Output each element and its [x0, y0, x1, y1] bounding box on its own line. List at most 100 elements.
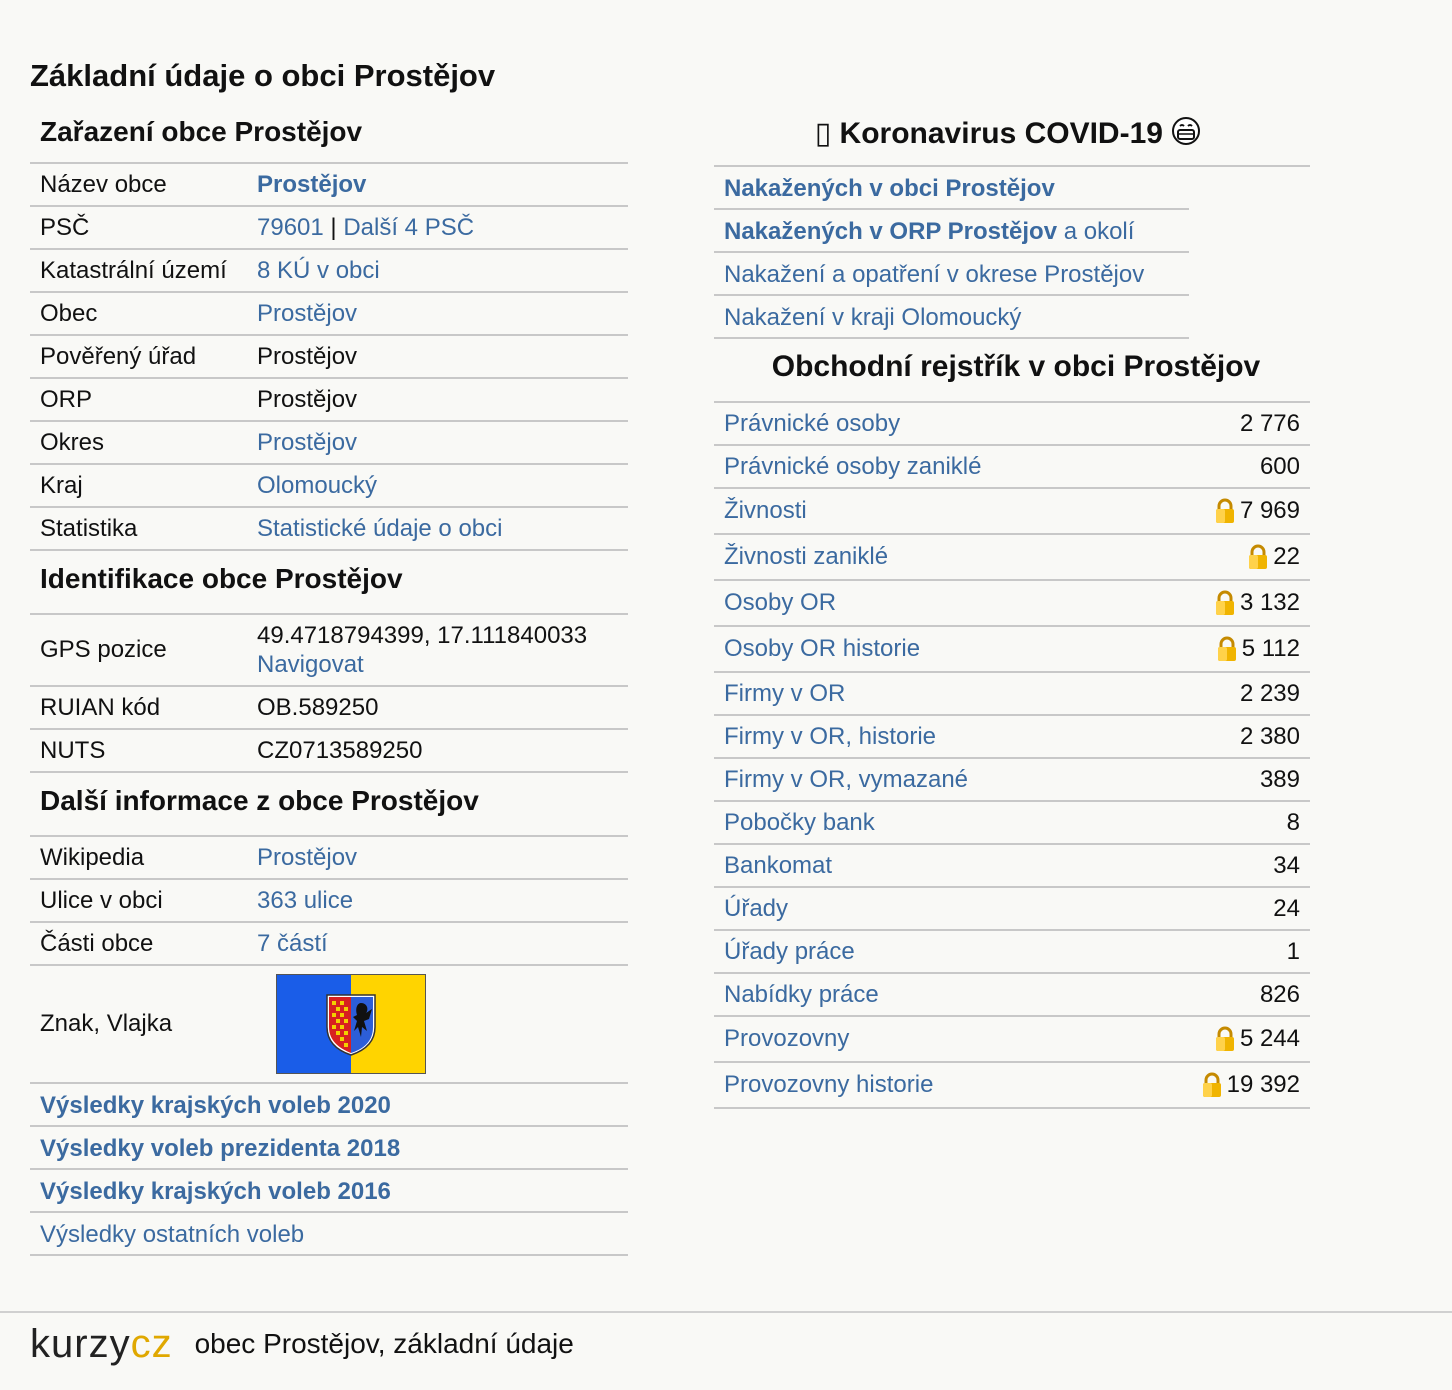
- identification-heading: Identifikace obce Prostějov: [30, 551, 628, 615]
- register-row: Právnické osoby 2 776: [714, 403, 1310, 446]
- register-row-link[interactable]: Živnosti: [724, 497, 807, 525]
- register-row-link[interactable]: Pobočky bank: [724, 809, 875, 837]
- register-row-link[interactable]: Firmy v OR: [724, 680, 845, 708]
- covid-heading-text: Koronavirus COVID-19: [839, 117, 1163, 150]
- mask-face-icon: [1171, 115, 1201, 159]
- register-row: Firmy v OR, vymazané 389: [714, 759, 1310, 802]
- register-row-value: 5 244: [1214, 1025, 1300, 1053]
- register-count: 1: [1286, 937, 1300, 965]
- info-row-flag: Znak, Vlajka: [30, 966, 628, 1084]
- register-row-value: 7 969: [1214, 497, 1300, 525]
- povereny-urad-value: Prostějov: [257, 342, 358, 370]
- ulice-link[interactable]: 363 ulice: [257, 887, 628, 915]
- info-row-ulice: Ulice v obci 363 ulice: [30, 880, 628, 923]
- election-link-prezident-2018[interactable]: Výsledky voleb prezidenta 2018: [30, 1127, 628, 1170]
- obec-name-link[interactable]: Prostějov: [257, 171, 628, 199]
- lock-icon[interactable]: [1216, 636, 1238, 662]
- election-link-ostatni[interactable]: Výsledky ostatních voleb: [30, 1213, 628, 1256]
- lock-icon[interactable]: [1247, 544, 1269, 570]
- covid-link-kraj[interactable]: Nakažení v kraji Olomoucký: [714, 296, 1189, 339]
- psc-value: 79601 | Další 4 PSČ: [257, 214, 628, 242]
- register-row-value: 826: [1260, 981, 1300, 1009]
- ku-link[interactable]: 8 KÚ v obci: [257, 257, 628, 285]
- info-row-psc: PSČ 79601 | Další 4 PSČ: [30, 207, 628, 250]
- register-row-link[interactable]: Bankomat: [724, 852, 832, 880]
- election-link-krajske-2016[interactable]: Výsledky krajských voleb 2016: [30, 1170, 628, 1213]
- register-row-value: 5 112: [1216, 635, 1300, 663]
- left-column: Zařazení obce Prostějov Název obce Prost…: [30, 112, 628, 1256]
- lock-icon[interactable]: [1214, 590, 1236, 616]
- register-row: Živnosti 7 969: [714, 489, 1310, 535]
- lock-icon[interactable]: [1201, 1072, 1223, 1098]
- register-row-link[interactable]: Právnické osoby: [724, 410, 900, 438]
- register-row: Živnosti zaniklé 22: [714, 535, 1310, 581]
- page-title: Základní údaje o obci Prostějov: [30, 58, 496, 93]
- covid-link-okres[interactable]: Nakažení a opatření v okrese Prostějov: [714, 253, 1189, 296]
- info-row-casti: Části obce 7 částí: [30, 923, 628, 966]
- statistika-link[interactable]: Statistické údaje o obci: [257, 515, 628, 543]
- row-label: Kraj: [40, 471, 83, 499]
- navigate-link[interactable]: Navigovat: [257, 651, 364, 678]
- register-row-link[interactable]: Osoby OR historie: [724, 635, 920, 663]
- register-row-link[interactable]: Právnické osoby zaniklé: [724, 453, 981, 481]
- more-info-heading: Další informace z obce Prostějov: [30, 773, 628, 837]
- register-count: 5 112: [1241, 635, 1300, 662]
- register-row-link[interactable]: Osoby OR: [724, 589, 836, 617]
- register-row-link[interactable]: Úřady práce: [724, 938, 855, 966]
- register-row: Úřady 24: [714, 888, 1310, 931]
- row-label: RUIAN kód: [40, 693, 161, 721]
- flag-image[interactable]: [276, 974, 426, 1074]
- info-row-okres: Okres Prostějov: [30, 422, 628, 465]
- covid-heading: ▯ Koronavirus COVID-19: [714, 112, 1310, 167]
- more-psc-link[interactable]: Další 4 PSČ: [343, 214, 474, 241]
- register-row-value: 600: [1260, 453, 1300, 481]
- covid-link-orp[interactable]: Nakažených v ORP Prostějov a okolí: [714, 210, 1189, 253]
- register-count: 34: [1273, 851, 1300, 879]
- okres-link[interactable]: Prostějov: [257, 429, 628, 457]
- psc-link[interactable]: 79601: [257, 214, 324, 241]
- covid-link-bold: Nakažených v ORP Prostějov: [724, 218, 1058, 245]
- wikipedia-link[interactable]: Prostějov: [257, 844, 628, 872]
- row-label: Okres: [40, 428, 105, 456]
- register-row-value: 2 380: [1240, 723, 1300, 751]
- row-label: Wikipedia: [40, 843, 145, 871]
- register-row: Firmy v OR, historie 2 380: [714, 716, 1310, 759]
- covid-link-obec[interactable]: Nakažených v obci Prostějov: [714, 167, 1189, 210]
- info-row-statistika: Statistika Statistické údaje o obci: [30, 508, 628, 551]
- ruian-value: OB.589250: [257, 693, 379, 721]
- missing-glyph-icon: ▯: [814, 117, 832, 150]
- info-row-ku: Katastrální území 8 KÚ v obci: [30, 250, 628, 293]
- lock-icon[interactable]: [1214, 1026, 1236, 1052]
- register-row-link[interactable]: Živnosti zaniklé: [724, 543, 888, 571]
- kurzy-logo[interactable]: kurzycz: [30, 1322, 173, 1367]
- kraj-link[interactable]: Olomoucký: [257, 472, 628, 500]
- register-row-value: 3 132: [1214, 589, 1300, 617]
- casti-link[interactable]: 7 částí: [257, 930, 628, 958]
- election-link-krajske-2020[interactable]: Výsledky krajských voleb 2020: [30, 1084, 628, 1127]
- register-row-link[interactable]: Provozovny historie: [724, 1071, 933, 1099]
- info-row-wikipedia: Wikipedia Prostějov: [30, 837, 628, 880]
- register-row-value: 34: [1273, 852, 1300, 880]
- register-list: Právnické osoby 2 776 Právnické osoby zani…: [714, 403, 1310, 1109]
- register-row-link[interactable]: Úřady: [724, 895, 788, 923]
- register-count: 24: [1273, 894, 1300, 922]
- row-label: Statistika: [40, 514, 138, 542]
- register-row-value: 8: [1287, 809, 1300, 837]
- register-row-link[interactable]: Firmy v OR, historie: [724, 723, 936, 751]
- nuts-value: CZ0713589250: [257, 736, 423, 764]
- register-count: 19 392: [1226, 1071, 1300, 1098]
- row-label: Katastrální území: [40, 256, 227, 284]
- row-label: Pověřený úřad: [40, 342, 197, 370]
- register-row: Provozovny historie 19 392: [714, 1063, 1310, 1109]
- register-row-link[interactable]: Firmy v OR, vymazané: [724, 766, 968, 794]
- covid-link-rest: a okolí: [1057, 218, 1135, 245]
- row-label: Název obce: [40, 170, 167, 198]
- obec-link[interactable]: Prostějov: [257, 300, 628, 328]
- register-row-link[interactable]: Nabídky práce: [724, 981, 879, 1009]
- lock-icon[interactable]: [1214, 498, 1236, 524]
- register-row-link[interactable]: Provozovny: [724, 1025, 849, 1053]
- footer: kurzycz obec Prostějov, základní údaje: [30, 1320, 574, 1368]
- register-row-value: 19 392: [1201, 1071, 1300, 1099]
- covid-link-bold: Nakažených v obci Prostějov: [724, 175, 1055, 202]
- psc-separator: |: [323, 213, 344, 241]
